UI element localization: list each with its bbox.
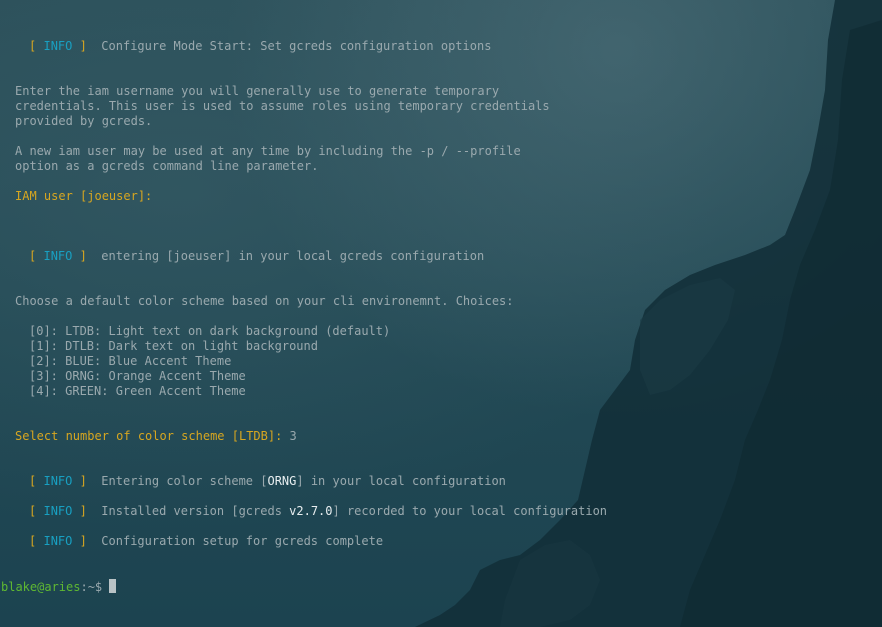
info-tag-open: [ (29, 39, 37, 53)
help-text: A new iam user may be used at any time b… (15, 144, 521, 158)
info-tag-label: INFO (43, 504, 73, 518)
info-message: ] in your local configuration (296, 474, 506, 488)
info-tag-label: INFO (43, 474, 73, 488)
terminal-cursor[interactable] (109, 579, 117, 593)
color-scheme-answer: 3 (289, 429, 297, 443)
info-tag-open: [ (29, 534, 37, 548)
help-text: Enter the iam username you will generall… (15, 84, 500, 98)
info-tag-label: INFO (43, 249, 73, 263)
info-tag-close: ] (79, 534, 87, 548)
color-choice-item: [2]: BLUE: Blue Accent Theme (29, 354, 232, 368)
shell-path: :~$ (80, 580, 103, 594)
help-text: provided by gcreds. (15, 114, 153, 128)
shell-user-host: blake@aries (1, 580, 81, 594)
info-message: Configuration setup for gcreds complete (101, 534, 384, 548)
info-tag-label: INFO (43, 534, 73, 548)
info-user-value: joeuser (173, 249, 225, 263)
info-tag-open: [ (29, 474, 37, 488)
info-line-version: [ INFO ] Installed version [gcreds v2.7.… (29, 504, 607, 519)
terminal-window: [ INFO ] Configure Mode Start: Set gcred… (0, 0, 882, 627)
info-line-entering-user: [ INFO ] entering [joeuser] in your loca… (29, 249, 484, 264)
color-choice-item: [3]: ORNG: Orange Accent Theme (29, 369, 246, 383)
color-choice-item: [1]: DTLB: Dark text on light background (29, 339, 318, 353)
info-tag-close: ] (79, 39, 87, 53)
info-message: entering [ (101, 249, 174, 263)
color-scheme-prompt: Select number of color scheme [LTDB]: (15, 429, 283, 443)
info-tag-label: INFO (43, 39, 73, 53)
help-text: option as a gcreds command line paramete… (15, 159, 319, 173)
info-message: ] recorded to your local configuration (332, 504, 608, 518)
color-scheme-prompt-line: Select number of color scheme [LTDB]: 3 (15, 429, 297, 444)
color-choice-intro: Choose a default color scheme based on y… (15, 294, 514, 308)
info-message: Installed version [gcreds (101, 504, 290, 518)
info-tag-open: [ (29, 504, 37, 518)
info-tag-close: ] (79, 474, 87, 488)
info-tag-close: ] (79, 504, 87, 518)
color-choice-item: [0]: LTDB: Light text on dark background… (29, 324, 391, 338)
info-tag-open: [ (29, 249, 37, 263)
info-line-complete: [ INFO ] Configuration setup for gcreds … (29, 534, 383, 549)
info-line-color-scheme: [ INFO ] Entering color scheme [ORNG] in… (29, 474, 506, 489)
shell-prompt-line[interactable]: blake@aries:~$ (1, 579, 117, 594)
color-choice-item: [4]: GREEN: Green Accent Theme (29, 384, 246, 398)
info-tag-close: ] (79, 249, 87, 263)
iam-user-prompt: IAM user [joeuser]: (15, 189, 153, 203)
info-color-value: ORNG (267, 474, 297, 488)
info-line-configure: [ INFO ] Configure Mode Start: Set gcred… (29, 39, 491, 54)
info-message: ] in your local gcreds configuration (224, 249, 485, 263)
info-version-value: v2.7.0 (289, 504, 333, 518)
help-text: credentials. This user is used to assume… (15, 99, 550, 113)
info-message: Configure Mode Start: Set gcreds configu… (101, 39, 492, 53)
info-message: Entering color scheme [ (101, 474, 268, 488)
